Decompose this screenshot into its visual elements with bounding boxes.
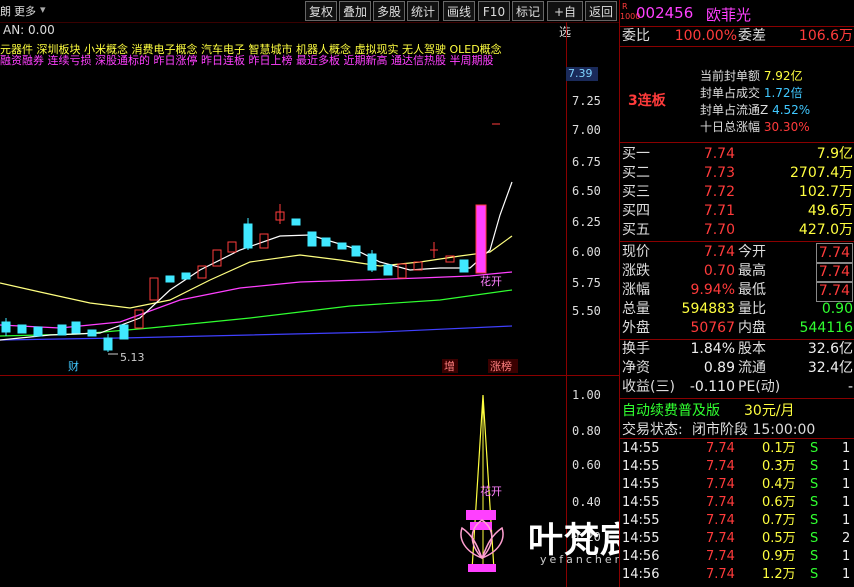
price-tick: 6.00 <box>572 245 601 259</box>
indicator-bar <box>466 510 496 520</box>
axis-divider <box>566 22 567 587</box>
trade-row: 14:55 7.74 0.3万 S 1 <box>622 459 851 474</box>
price-tick: 7.25 <box>572 94 601 108</box>
weibi-row: 委比 100.00% 委差 106.6万 <box>622 28 853 44</box>
price-tick: 6.50 <box>572 184 601 198</box>
bid-row[interactable]: 买三 7.72 102.7万 <box>620 183 854 202</box>
bid-row[interactable]: 买二 7.73 2707.4万 <box>620 164 854 183</box>
indicator-tick: 0.60 <box>572 458 601 472</box>
quote-panel: R 1000 002456 欧菲光 委比 100.00% 委差 106.6万 3… <box>619 0 854 587</box>
low-label: 5.13 <box>120 351 145 364</box>
quote-row: 现价 7.74 今开 7.74 <box>620 243 854 264</box>
limit-streak-tag: 3连板 <box>628 93 666 109</box>
stock-name[interactable]: 欧菲光 <box>706 4 751 25</box>
trade-row: 14:55 7.74 0.1万 S 1 <box>622 441 851 456</box>
trade-status-label: 交易状态: <box>622 422 683 438</box>
trade-row: 14:55 7.74 0.6万 S 1 <box>622 495 851 510</box>
quote-row: 涨跌 0.70 最高 7.74 <box>620 262 854 283</box>
indicator-tick: 0.80 <box>572 424 601 438</box>
trade-row: 14:56 7.74 1.2万 S 1 <box>622 567 851 582</box>
back-button[interactable]: 返回 <box>585 1 617 21</box>
bid-row[interactable]: 买一 7.74 7.9亿 <box>620 145 854 164</box>
trade-row: 14:55 7.74 0.7万 S 1 <box>622 513 851 528</box>
price-tick: 6.75 <box>572 155 601 169</box>
subscription-price[interactable]: 30元/月 <box>744 400 795 420</box>
price-tick: 6.25 <box>572 215 601 229</box>
price-tag: 7.39 <box>566 67 598 81</box>
event-cai: 财 <box>68 359 79 373</box>
huakai-label: 花开 <box>480 275 502 288</box>
kline-chart[interactable]: 5.13 花开 财 增 涨榜 花开 <box>0 0 566 587</box>
trade-status-value: 闭市阶段 15:00:00 <box>692 422 816 438</box>
event-zeng: 增 <box>444 359 455 373</box>
trade-row: 14:55 7.74 0.4万 S 1 <box>622 477 851 492</box>
lower-huakai-label: 花开 <box>480 485 502 498</box>
stock-code[interactable]: 002456 <box>636 4 693 22</box>
fund-row: 净资 0.89 流通 32.4亿 <box>622 360 853 376</box>
subscription-promo[interactable]: 自动续费普及版 <box>622 400 720 420</box>
fund-row: 换手 1.84% 股本 32.6亿 <box>622 341 853 357</box>
quote-row: 外盘 50767 内盘 544116 <box>622 320 853 336</box>
quote-row: 涨幅 9.94% 最低 7.74 <box>620 281 854 302</box>
price-tick: 5.50 <box>572 304 601 318</box>
stock-tag: R <box>622 2 628 11</box>
seal-info: 当前封单额 7.92亿 封单占成交 1.72倍 封单占流通Z 4.52% 十日总… <box>700 69 811 134</box>
price-tick: 5.75 <box>572 276 601 290</box>
indicator-tick: 1.00 <box>572 388 601 402</box>
fund-row: 收益(三) -0.110 PE(动) - <box>622 379 853 395</box>
price-tick: 7.00 <box>572 123 601 137</box>
bid-row[interactable]: 买五 7.70 427.0万 <box>620 221 854 240</box>
candles-down <box>1 218 469 352</box>
trade-row: 14:56 7.74 0.9万 S 1 <box>622 549 851 564</box>
trade-row: 14:55 7.74 0.5万 S 2 <box>622 531 851 546</box>
limit-up-candle <box>475 204 487 274</box>
bid-row[interactable]: 买四 7.71 49.6万 <box>620 202 854 221</box>
event-zhangbang: 涨榜 <box>490 359 512 373</box>
ma10-line <box>0 235 513 309</box>
indicator-tick: 0.40 <box>572 495 601 509</box>
quote-row: 总量 594883 量比 0.90 <box>622 301 853 317</box>
